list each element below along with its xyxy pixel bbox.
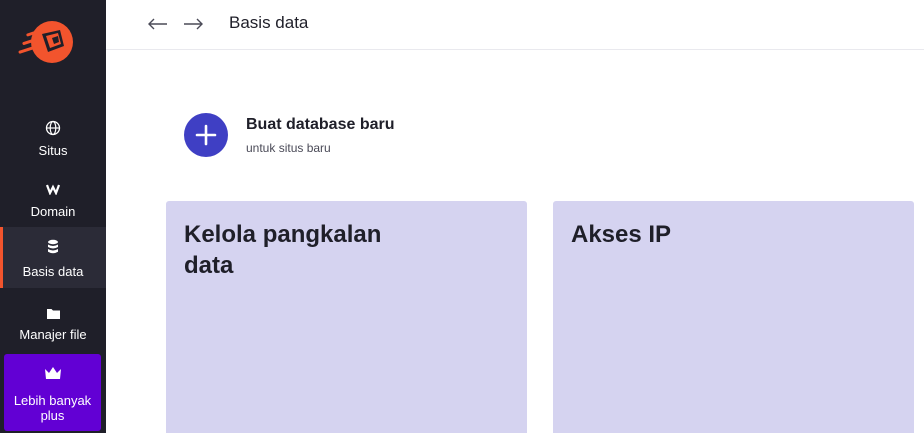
sidebar-item-situs[interactable]: Situs: [0, 112, 106, 172]
arrow-right-icon[interactable]: [182, 13, 204, 35]
sidebar-item-basis-data[interactable]: Basis data: [0, 227, 106, 288]
logo[interactable]: [16, 20, 76, 64]
card-kelola-pangkalan-data[interactable]: Kelola pangkalan data: [166, 201, 527, 433]
card-title: Akses IP: [571, 221, 672, 248]
app-window: Situs Domain Basis data Manajer file Leb…: [0, 0, 924, 433]
create-database-title: Buat database baru: [246, 116, 395, 133]
folder-icon: [0, 303, 106, 323]
top-bar: Basis data: [106, 0, 924, 50]
upgrade-label: Lebih banyak plus: [13, 393, 92, 423]
create-database-button[interactable]: Buat database baru untuk situs baru: [184, 113, 484, 157]
sidebar-item-domain[interactable]: Domain: [0, 173, 106, 233]
card-akses-ip[interactable]: Akses IP: [553, 201, 914, 433]
arrow-left-icon[interactable]: [147, 13, 169, 35]
hostinger-rocket-logo-icon: [18, 21, 73, 63]
crown-icon: [4, 366, 101, 380]
plus-icon[interactable]: [184, 113, 228, 157]
sidebar-item-label: Domain: [30, 204, 76, 219]
sidebar-item-label: Situs: [38, 143, 68, 158]
database-icon: [0, 237, 106, 257]
sidebar-item-manajer-file[interactable]: Manajer file: [0, 296, 106, 356]
www-icon: [0, 179, 106, 199]
sidebar-item-label: Basis data: [22, 264, 84, 279]
page-title: Basis data: [229, 13, 309, 32]
globe-icon: [0, 118, 106, 138]
create-database-subtitle: untuk situs baru: [246, 141, 331, 155]
card-title: Kelola pangkalan data: [184, 221, 382, 279]
sidebar: Situs Domain Basis data Manajer file Leb…: [0, 0, 106, 433]
upgrade-button[interactable]: Lebih banyak plus: [4, 354, 101, 431]
sidebar-item-label: Manajer file: [19, 327, 87, 342]
